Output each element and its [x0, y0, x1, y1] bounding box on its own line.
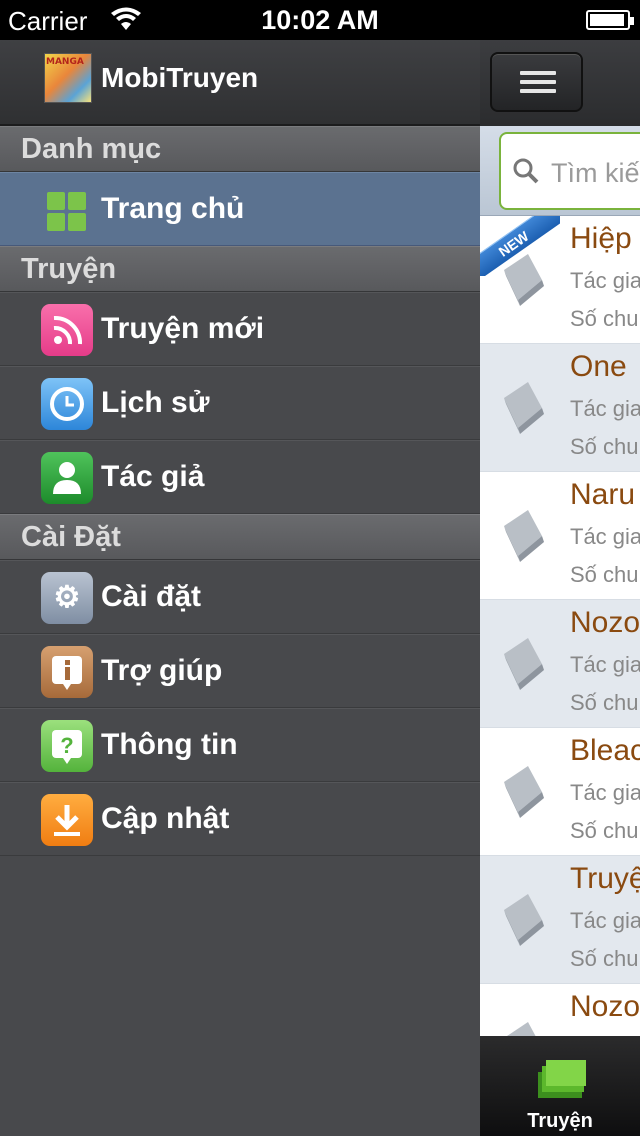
gear-icon: ⚙: [41, 572, 93, 624]
story-title: Nozo: [570, 990, 640, 1023]
search-icon: [513, 158, 539, 184]
status-bar: Carrier 10:02 AM: [0, 0, 640, 40]
info-icon: [41, 646, 93, 698]
rss-icon: [41, 304, 93, 356]
story-author: Tác gia: [570, 652, 640, 677]
clock-icon: [41, 378, 93, 430]
sidebar-item-label: Cài đặt: [101, 580, 202, 613]
sidebar-item-thong-tin[interactable]: ? Thông tin: [0, 708, 480, 782]
sidebar-item-lich-su[interactable]: Lịch sử: [0, 366, 480, 440]
story-author: Tác gia: [570, 908, 640, 933]
story-list: NEW Hiệp Tác gia Số chu One Tác gia Số chu Naru…: [480, 216, 640, 1112]
story-row[interactable]: NEW Hiệp Tác gia Số chu: [480, 216, 640, 344]
search-input[interactable]: Tìm kiế: [499, 132, 640, 210]
sidebar-item-label: Thông tin: [101, 728, 238, 761]
help-icon: ?: [41, 720, 93, 772]
book-icon: [504, 638, 544, 690]
search-placeholder: Tìm kiế: [551, 158, 640, 188]
story-chapters: Số chu: [570, 690, 639, 715]
sidebar-item-trang-chu[interactable]: Trang chủ: [0, 172, 480, 246]
story-row[interactable]: Bleac Tác gia Số chu: [480, 728, 640, 856]
app-logo-text: MANGA: [46, 57, 84, 67]
book-icon: [504, 510, 544, 562]
user-icon: [41, 452, 93, 504]
sidebar-item-label: Cập nhật: [101, 802, 230, 835]
story-author: Tác gia: [570, 780, 640, 805]
sidebar-item-cap-nhat[interactable]: Cập nhật: [0, 782, 480, 856]
grid-icon: [41, 184, 93, 236]
story-row[interactable]: Truyệ Tác gia Số chu: [480, 856, 640, 984]
book-icon: [504, 766, 544, 818]
sidebar-item-label: Tác giả: [101, 460, 205, 493]
search-bar: Tìm kiế: [480, 126, 640, 216]
navigation-bar: [480, 40, 640, 126]
story-chapters: Số chu: [570, 818, 639, 843]
book-icon: [504, 382, 544, 434]
story-title: Bleac: [570, 734, 640, 767]
book-icon: [504, 254, 544, 306]
story-row[interactable]: One Tác gia Số chu: [480, 344, 640, 472]
story-author: Tác gia: [570, 524, 640, 549]
sidebar-item-label: Truyện mới: [101, 312, 265, 345]
section-header-cai-dat: Cài Đặt: [0, 514, 480, 560]
svg-text:?: ?: [60, 733, 73, 758]
section-header-truyen: Truyện: [0, 246, 480, 292]
story-chapters: Số chu: [570, 946, 639, 971]
section-header-danh-muc: Danh mục: [0, 126, 480, 172]
main-content-panel: Tìm kiế NEW Hiệp Tác gia Số chu One Tác gia Số…: [480, 40, 640, 1136]
sidebar-item-tro-giup[interactable]: Trợ giúp: [0, 634, 480, 708]
story-row[interactable]: Naru Tác gia Số chu: [480, 472, 640, 600]
download-icon: [41, 794, 93, 846]
story-title: Naru: [570, 478, 636, 511]
story-title: Nozo: [570, 606, 640, 639]
sidebar-item-label: Trợ giúp: [101, 654, 223, 687]
sidebar-item-truyen-moi[interactable]: Truyện mới: [0, 292, 480, 366]
app-header: MANGA MobiTruyen: [0, 40, 480, 126]
books-icon: [538, 1060, 586, 1098]
story-row[interactable]: Nozo Tác gia Số chu: [480, 600, 640, 728]
sidebar-item-label: Trang chủ: [101, 192, 245, 225]
story-title: Hiệp: [570, 222, 632, 255]
app-logo: MANGA: [44, 53, 92, 103]
story-chapters: Số chu: [570, 306, 639, 331]
story-author: Tác gia: [570, 396, 640, 421]
sidebar-item-tac-gia[interactable]: Tác giả: [0, 440, 480, 514]
hamburger-icon: [520, 71, 556, 75]
book-icon: [504, 894, 544, 946]
tab-truyen[interactable]: Truyện: [480, 1036, 640, 1136]
sidebar-item-label: Lịch sử: [101, 386, 210, 419]
story-title: Truyệ: [570, 862, 640, 895]
sidebar-item-cai-dat[interactable]: ⚙ Cài đặt: [0, 560, 480, 634]
tab-bar: Truyện: [480, 1036, 640, 1136]
menu-toggle-button[interactable]: [490, 52, 583, 112]
story-title: One: [570, 350, 627, 383]
story-chapters: Số chu: [570, 434, 639, 459]
sidebar-menu: MANGA MobiTruyen Danh mục Trang chủ Truy…: [0, 40, 480, 1136]
story-chapters: Số chu: [570, 562, 639, 587]
story-author: Tác gia: [570, 268, 640, 293]
status-time: 10:02 AM: [261, 5, 379, 35]
battery-icon: [586, 10, 634, 30]
app-title: MobiTruyen: [101, 62, 259, 93]
tab-label: Truyện: [527, 1110, 593, 1132]
